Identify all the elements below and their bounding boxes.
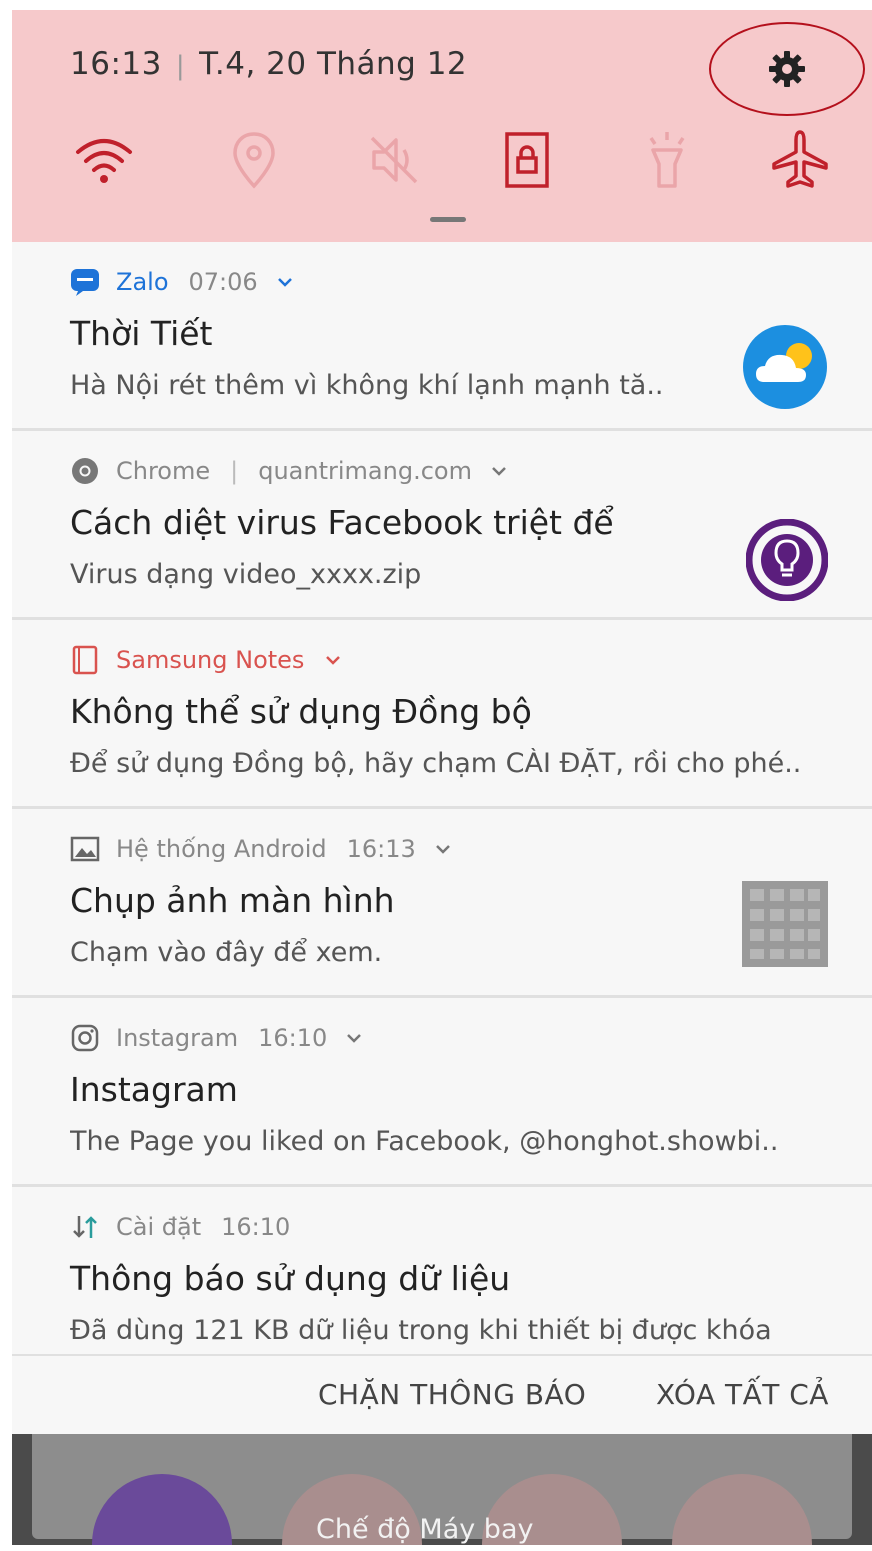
clear-all-button[interactable]: XÓA TẤT CẢ <box>656 1378 829 1411</box>
status-date: T.4, 20 Tháng 12 <box>199 46 468 82</box>
notification-title: Instagram <box>70 1070 238 1109</box>
notification-app-name: Chrome <box>116 457 211 485</box>
notification-header: Chrome | quantrimang.com <box>70 453 508 489</box>
settings-button[interactable] <box>709 22 865 116</box>
status-separator: | <box>175 51 186 81</box>
notification-title: Thời Tiết <box>70 314 213 353</box>
background-home-screen: Chế độ Máy bay <box>12 1434 872 1545</box>
notification-header: Zalo 07:06 <box>70 264 294 300</box>
notification-time: 16:10 <box>258 1024 328 1052</box>
notification-text: Chạm vào đây để xem. <box>70 937 383 968</box>
notification-title: Chụp ảnh màn hình <box>70 881 395 920</box>
notification-text: Virus dạng video_xxxx.zip <box>70 559 422 590</box>
chevron-down-icon[interactable] <box>434 842 452 856</box>
notification-text: The Page you liked on Facebook, @honghot… <box>70 1126 779 1157</box>
notification-actions-bar: CHẶN THÔNG BÁO XÓA TẤT CẢ <box>12 1354 872 1436</box>
notification-header: Hệ thống Android 16:13 <box>70 831 452 867</box>
status-datetime: 16:13 | T.4, 20 Tháng 12 <box>70 46 467 82</box>
notification-title: Thông báo sử dụng dữ liệu <box>70 1259 511 1298</box>
flashlight-icon[interactable] <box>635 128 699 192</box>
notification-chrome[interactable]: Chrome | quantrimang.com Cách diệt virus… <box>12 431 872 620</box>
block-notifications-button[interactable]: CHẶN THÔNG BÁO <box>318 1378 586 1411</box>
notification-header: Samsung Notes <box>70 642 342 678</box>
chevron-down-icon[interactable] <box>345 1031 363 1045</box>
lock-icon[interactable] <box>495 128 559 192</box>
notification-header: Cài đặt 16:10 <box>70 1209 290 1245</box>
chevron-down-icon[interactable] <box>324 653 342 667</box>
notification-app-name: Cài đặt <box>116 1213 202 1241</box>
notification-text: Đã dùng 121 KB dữ liệu trong khi thiết b… <box>70 1315 772 1346</box>
notification-app-name: Instagram <box>116 1024 239 1052</box>
weather-icon <box>743 325 827 409</box>
wifi-icon[interactable] <box>72 128 136 192</box>
gear-icon <box>769 51 805 87</box>
chrome-icon <box>72 458 98 484</box>
chevron-down-icon[interactable] <box>490 464 508 478</box>
airplane-icon[interactable] <box>768 128 832 192</box>
notification-title: Cách diệt virus Facebook triệt để <box>70 503 614 542</box>
data-transfer-icon <box>73 1216 97 1238</box>
bulb-logo-icon <box>746 519 828 601</box>
image-icon <box>70 836 100 862</box>
notification-android-system[interactable]: Hệ thống Android 16:13 Chụp ảnh màn hình… <box>12 809 872 998</box>
notification-time: 16:10 <box>221 1213 291 1241</box>
status-time: 16:13 <box>70 46 162 82</box>
notification-samsung-notes[interactable]: Samsung Notes Không thể sử dụng Đồng bộ … <box>12 620 872 809</box>
chevron-down-icon[interactable] <box>276 275 294 289</box>
notification-text: Hà Nội rét thêm vì không khí lạnh mạnh t… <box>70 370 664 401</box>
mute-icon[interactable] <box>362 128 426 192</box>
notification-app-name: Samsung Notes <box>116 646 305 674</box>
instagram-icon <box>71 1024 99 1052</box>
notification-source: quantrimang.com <box>258 457 472 485</box>
drag-handle[interactable] <box>430 217 466 222</box>
location-icon[interactable] <box>222 128 286 192</box>
notification-separator: | <box>230 457 239 485</box>
screenshot-thumbnail <box>742 881 828 967</box>
notification-time: 07:06 <box>188 268 258 296</box>
zalo-icon <box>71 269 99 296</box>
airplane-mode-toast: Chế độ Máy bay <box>316 1514 534 1545</box>
notification-instagram[interactable]: Instagram 16:10 Instagram The Page you l… <box>12 998 872 1187</box>
notes-icon <box>72 645 98 675</box>
notification-header: Instagram 16:10 <box>70 1020 363 1056</box>
notification-panel: 16:13 | T.4, 20 Tháng 12 Zalo 07:06 Thời… <box>12 10 872 1545</box>
notification-title: Không thể sử dụng Đồng bộ <box>70 692 532 731</box>
notification-zalo[interactable]: Zalo 07:06 Thời Tiết Hà Nội rét thêm vì … <box>12 242 872 431</box>
notification-text: Để sử dụng Đồng bộ, hãy chạm CÀI ĐẶT, rồ… <box>70 748 802 779</box>
quick-toggles <box>72 128 832 192</box>
notification-app-name: Hệ thống Android <box>116 835 327 863</box>
notification-time: 16:13 <box>346 835 416 863</box>
notification-app-name: Zalo <box>116 268 169 296</box>
notification-settings[interactable]: Cài đặt 16:10 Thông báo sử dụng dữ liệu … <box>12 1187 872 1354</box>
quick-settings-panel: 16:13 | T.4, 20 Tháng 12 <box>12 10 872 242</box>
